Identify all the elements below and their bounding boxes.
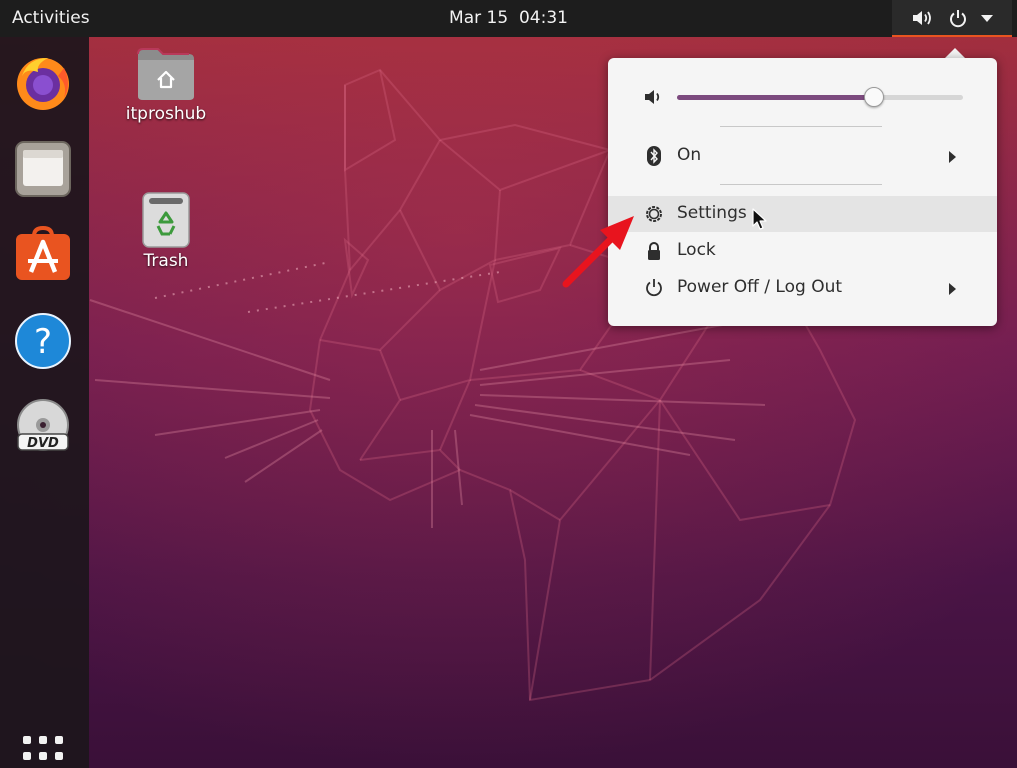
power-icon: [950, 10, 966, 28]
show-applications-button[interactable]: [22, 735, 64, 768]
dock-item-dvd[interactable]: DVD: [14, 398, 72, 456]
bluetooth-icon: [647, 146, 661, 166]
activities-button[interactable]: Activities: [12, 8, 90, 28]
chevron-down-icon: [981, 15, 993, 22]
power-off-log-out-label: Power Off / Log Out: [677, 277, 843, 297]
clock-time: 04:31: [518, 8, 568, 28]
trash-icon: [142, 192, 190, 248]
lock-menu-item[interactable]: Lock: [608, 233, 997, 269]
system-menu: On Settings Lock Power Off / Log Out: [608, 58, 997, 326]
settings-label: Settings: [677, 203, 747, 223]
annotation-arrow-icon: [562, 216, 634, 288]
submenu-arrow-icon: [949, 151, 956, 163]
menu-divider: [720, 184, 882, 185]
top-bar: Activities Mar 15 04:31: [0, 0, 1017, 37]
dock: ? DVD: [0, 37, 89, 768]
desktop-icon-home[interactable]: itproshub: [111, 46, 221, 124]
menu-divider: [720, 126, 882, 127]
volume-slider-fill: [677, 95, 875, 100]
dock-item-help[interactable]: ?: [14, 312, 72, 370]
clock: Mar 15 04:31: [0, 8, 1017, 28]
volume-slider-handle[interactable]: [864, 87, 885, 107]
power-icon: [646, 279, 662, 297]
dock-item-firefox[interactable]: [14, 54, 72, 112]
system-tray-button[interactable]: [892, 0, 1012, 37]
desktop-screen: Activities Mar 15 04:31 ? DVD itproshub …: [0, 0, 1017, 768]
home-folder-icon: [137, 48, 194, 100]
bluetooth-menu-item[interactable]: On: [608, 138, 997, 174]
gear-icon: [646, 206, 662, 222]
desktop-icon-label: itproshub: [125, 104, 207, 124]
volume-icon: [913, 11, 931, 25]
lock-label: Lock: [677, 240, 716, 260]
files-icon: [15, 141, 71, 197]
firefox-icon: [17, 58, 69, 110]
desktop-icon-trash[interactable]: Trash: [111, 191, 221, 271]
mouse-pointer-icon: [752, 208, 767, 230]
software-icon: [16, 226, 70, 280]
grid-icon: [23, 736, 63, 760]
bluetooth-label: On: [677, 145, 702, 165]
submenu-arrow-icon: [949, 283, 956, 295]
dvd-icon: DVD: [17, 399, 69, 451]
power-off-log-out-menu-item[interactable]: Power Off / Log Out: [608, 270, 997, 306]
volume-slider[interactable]: [677, 87, 963, 107]
volume-icon: [645, 90, 660, 104]
dock-item-software[interactable]: [14, 226, 72, 284]
svg-text:?: ?: [34, 322, 52, 362]
desktop-icon-label: Trash: [143, 251, 189, 271]
settings-menu-item[interactable]: Settings: [608, 196, 997, 232]
lock-icon: [648, 242, 660, 260]
svg-text:DVD: DVD: [27, 436, 59, 451]
clock-button[interactable]: Mar 15 04:31: [449, 8, 568, 28]
dock-item-files[interactable]: [14, 140, 72, 198]
help-icon: ?: [15, 313, 71, 369]
clock-date: Mar 15: [449, 8, 509, 28]
